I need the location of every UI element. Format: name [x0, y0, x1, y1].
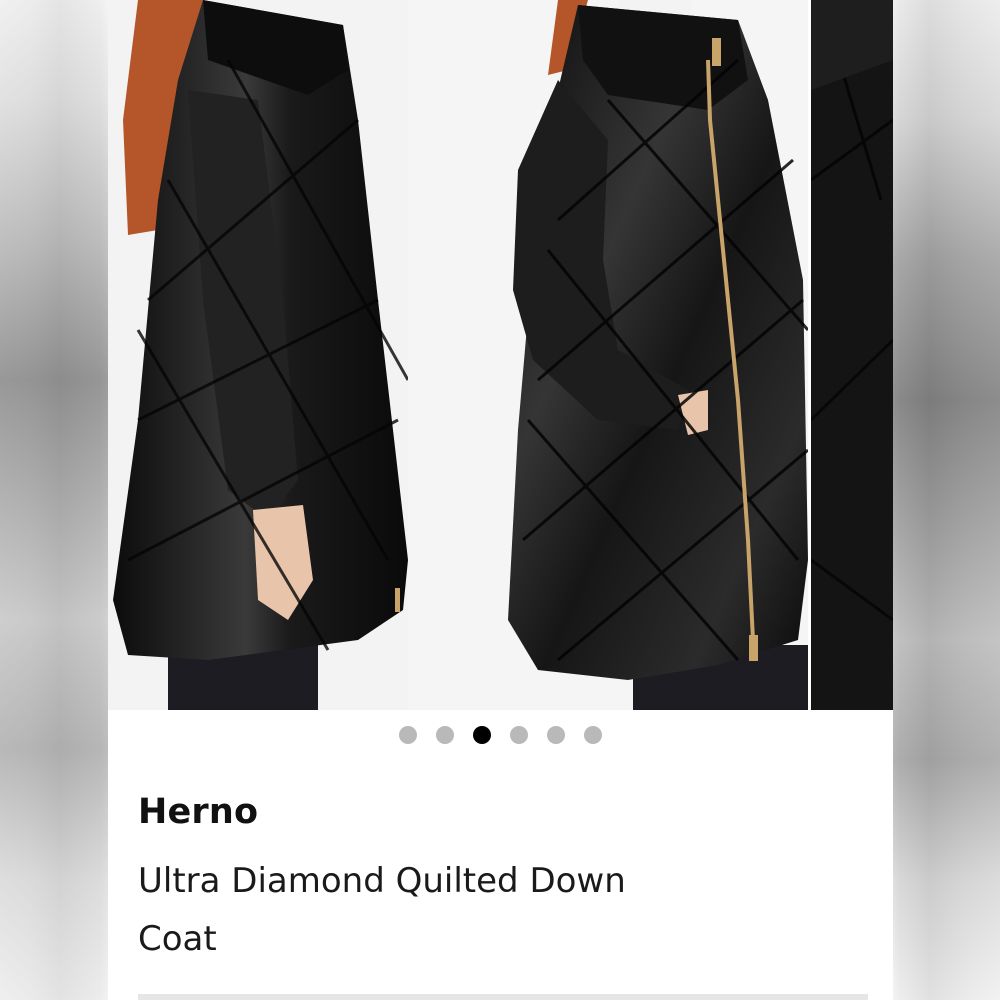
carousel-dot-1[interactable] — [399, 726, 417, 744]
divider — [138, 994, 868, 1000]
carousel-dot-3-active[interactable] — [473, 726, 491, 744]
coat-next-photo-peek[interactable] — [811, 0, 893, 710]
product-card: Herno Ultra Diamond Quilted Down Coat — [108, 0, 893, 1000]
product-title: Ultra Diamond Quilted Down Coat — [138, 861, 626, 959]
product-brand[interactable]: Herno — [138, 792, 258, 832]
carousel-pagination — [108, 724, 893, 746]
carousel-dot-2[interactable] — [436, 726, 454, 744]
carousel-dot-6[interactable] — [584, 726, 602, 744]
carousel-dot-5[interactable] — [547, 726, 565, 744]
coat-side-view-photo[interactable] — [108, 0, 408, 710]
carousel-dot-4[interactable] — [510, 726, 528, 744]
coat-front-view-photo[interactable] — [408, 0, 808, 710]
image-carousel[interactable] — [108, 0, 893, 710]
